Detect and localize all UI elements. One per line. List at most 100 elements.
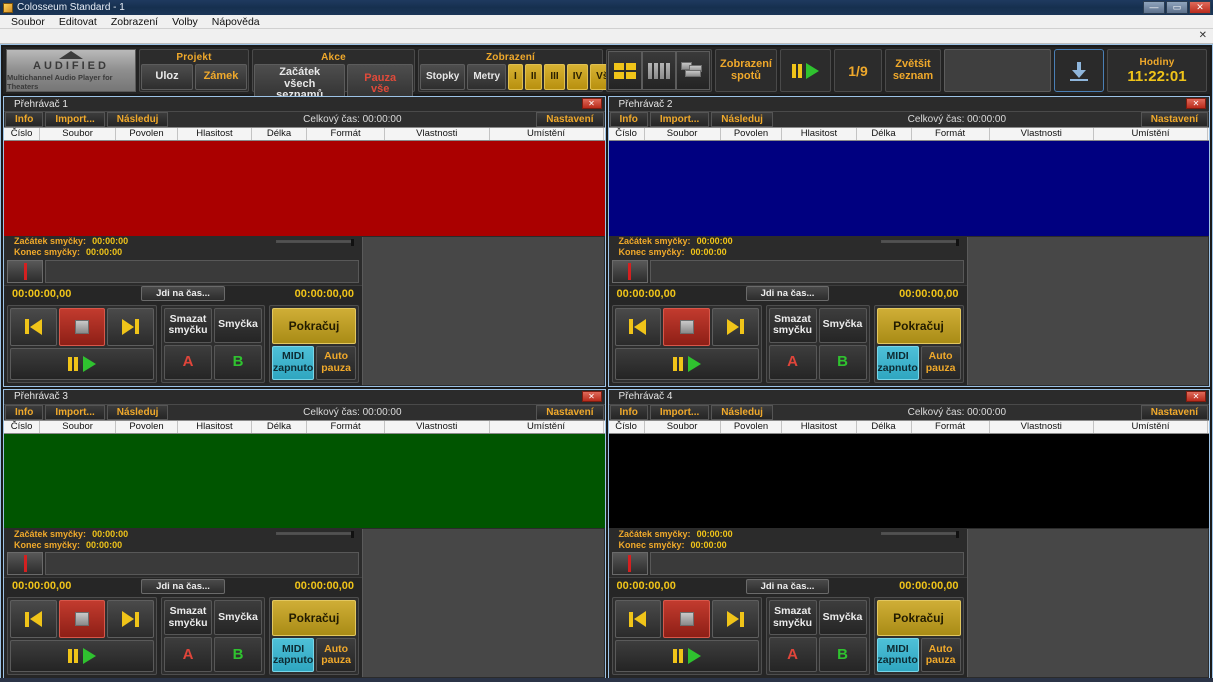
- player-1-next-button[interactable]: [107, 307, 155, 346]
- col-povolen[interactable]: Povolen: [116, 420, 178, 433]
- player-2-stop-button[interactable]: [663, 307, 710, 346]
- col-umisteni[interactable]: Umístění: [1094, 128, 1208, 140]
- player-2-auto-pause-button[interactable]: Auto pauza: [920, 345, 961, 380]
- player-3-marker-b-button[interactable]: B: [214, 637, 262, 672]
- col-delka[interactable]: Délka: [252, 128, 308, 140]
- player-3-info-button[interactable]: Info: [5, 404, 44, 420]
- player-3-continue-button[interactable]: Pokračuj: [272, 600, 356, 636]
- menu-item-napoveda[interactable]: Nápověda: [205, 16, 267, 28]
- player-1-info-button[interactable]: Info: [5, 112, 44, 127]
- view-4-button[interactable]: IV: [566, 64, 589, 90]
- player-2-play-pause-button[interactable]: [614, 347, 759, 380]
- menu-item-editovat[interactable]: Editovat: [52, 16, 104, 28]
- player-1-goto-time-button[interactable]: Jdi na čas...: [141, 286, 225, 301]
- player-1-scrub-track[interactable]: [45, 259, 359, 283]
- player-3-play-pause-button[interactable]: [10, 640, 154, 672]
- player-1-import-button[interactable]: Import...: [45, 112, 105, 127]
- col-soubor[interactable]: Soubor: [40, 128, 117, 140]
- player-3-scrubber[interactable]: [4, 550, 362, 577]
- player-4-scrubber[interactable]: [608, 550, 967, 577]
- player-3-prev-button[interactable]: [10, 600, 57, 638]
- player-1-follow-button[interactable]: Následuj: [106, 112, 169, 127]
- col-cislo[interactable]: Číslo: [4, 128, 41, 140]
- player-4-loop-button[interactable]: Smyčka: [818, 600, 867, 635]
- player-4-marker-a-button[interactable]: A: [768, 637, 817, 672]
- col-delka[interactable]: Délka: [252, 420, 308, 433]
- player-4-next-button[interactable]: [711, 600, 759, 638]
- layout-columns-button[interactable]: [642, 51, 676, 90]
- player-4-settings-button[interactable]: Nastavení: [1140, 404, 1208, 420]
- player-3-import-button[interactable]: Import...: [45, 404, 105, 420]
- player-2-scrub-handle[interactable]: [611, 259, 648, 283]
- player-3-goto-time-button[interactable]: Jdi na čas...: [141, 578, 225, 594]
- player-4-scrub-track[interactable]: [649, 552, 964, 575]
- player-4-prev-button[interactable]: [614, 600, 662, 638]
- close-button[interactable]: ✕: [1189, 1, 1211, 14]
- player-4-auto-pause-button[interactable]: Auto pauza: [920, 638, 961, 672]
- mdi-close-icon[interactable]: ✕: [1199, 30, 1207, 41]
- player-1-loop-button[interactable]: Smyčka: [214, 307, 262, 343]
- maximize-button[interactable]: ▭: [1166, 1, 1188, 14]
- lock-button[interactable]: Zámek: [195, 64, 247, 90]
- player-1-close-button[interactable]: ✕: [581, 98, 602, 109]
- player-3-loop-button[interactable]: Smyčka: [214, 600, 262, 635]
- player-2-prev-button[interactable]: [614, 307, 662, 346]
- col-cislo[interactable]: Číslo: [609, 128, 645, 140]
- col-soubor[interactable]: Soubor: [40, 420, 117, 433]
- player-3-follow-button[interactable]: Následuj: [106, 404, 169, 420]
- player-3-loop-track[interactable]: [276, 531, 354, 538]
- player-1-settings-button[interactable]: Nastavení: [536, 112, 604, 127]
- player-3-playlist[interactable]: [4, 433, 605, 528]
- player-2-settings-button[interactable]: Nastavení: [1140, 112, 1208, 127]
- player-2-marker-b-button[interactable]: B: [818, 344, 867, 380]
- global-play-pause-button[interactable]: [782, 51, 829, 90]
- player-2-clear-loop-button[interactable]: Smazat smyčku: [768, 307, 817, 343]
- player-2-scrub-track[interactable]: [649, 259, 964, 283]
- layout-cascade-button[interactable]: [676, 51, 710, 90]
- player-1-marker-a-button[interactable]: A: [164, 344, 212, 380]
- col-povolen[interactable]: Povolen: [721, 128, 783, 140]
- col-hlasitost[interactable]: Hlasitost: [782, 128, 857, 140]
- col-vlastnosti[interactable]: Vlastnosti: [385, 420, 490, 433]
- player-4-clear-loop-button[interactable]: Smazat smyčku: [768, 600, 817, 635]
- player-2-close-button[interactable]: ✕: [1186, 98, 1206, 109]
- col-vlastnosti[interactable]: Vlastnosti: [990, 420, 1095, 433]
- player-2-loop-button[interactable]: Smyčka: [818, 307, 867, 343]
- player-4-import-button[interactable]: Import...: [649, 404, 710, 420]
- player-4-play-pause-button[interactable]: [614, 640, 759, 672]
- player-3-scrub-handle[interactable]: [7, 552, 43, 575]
- menu-item-volby[interactable]: Volby: [165, 16, 205, 28]
- player-1-loop-track[interactable]: [276, 238, 354, 246]
- player-1-auto-pause-button[interactable]: Auto pauza: [316, 345, 356, 380]
- player-2-next-button[interactable]: [711, 307, 759, 346]
- col-soubor[interactable]: Soubor: [645, 420, 721, 433]
- player-2-info-button[interactable]: Info: [609, 112, 648, 127]
- show-spots-button[interactable]: Zobrazení spotů: [717, 51, 775, 90]
- player-3-close-button[interactable]: ✕: [581, 390, 602, 402]
- player-3-auto-pause-button[interactable]: Auto pauza: [316, 638, 356, 672]
- col-cislo[interactable]: Číslo: [4, 420, 41, 433]
- player-1-play-pause-button[interactable]: [10, 347, 154, 380]
- view-3-button[interactable]: III: [544, 64, 565, 90]
- player-2-midi-button[interactable]: MIDI zapnuto: [876, 345, 919, 380]
- player-4-midi-button[interactable]: MIDI zapnuto: [876, 638, 919, 672]
- player-2-loop-track[interactable]: [880, 238, 959, 246]
- col-povolen[interactable]: Povolen: [721, 420, 783, 433]
- player-4-continue-button[interactable]: Pokračuj: [876, 600, 961, 636]
- col-format[interactable]: Formát: [307, 128, 386, 140]
- col-format[interactable]: Formát: [912, 420, 990, 433]
- player-4-info-button[interactable]: Info: [609, 404, 648, 420]
- player-1-marker-b-button[interactable]: B: [214, 344, 262, 380]
- col-vlastnosti[interactable]: Vlastnosti: [990, 128, 1095, 140]
- view-1-button[interactable]: I: [508, 64, 523, 90]
- col-delka[interactable]: Délka: [857, 420, 912, 433]
- stopky-button[interactable]: Stopky: [420, 64, 466, 90]
- enlarge-list-button[interactable]: Zvětšit seznam: [887, 51, 939, 90]
- player-4-stop-button[interactable]: [663, 600, 710, 638]
- col-vlastnosti[interactable]: Vlastnosti: [385, 128, 490, 140]
- view-2-button[interactable]: II: [524, 64, 543, 90]
- player-1-continue-button[interactable]: Pokračuj: [272, 307, 356, 344]
- col-soubor[interactable]: Soubor: [645, 128, 721, 140]
- col-hlasitost[interactable]: Hlasitost: [782, 420, 857, 433]
- player-3-midi-button[interactable]: MIDI zapnuto: [272, 638, 315, 672]
